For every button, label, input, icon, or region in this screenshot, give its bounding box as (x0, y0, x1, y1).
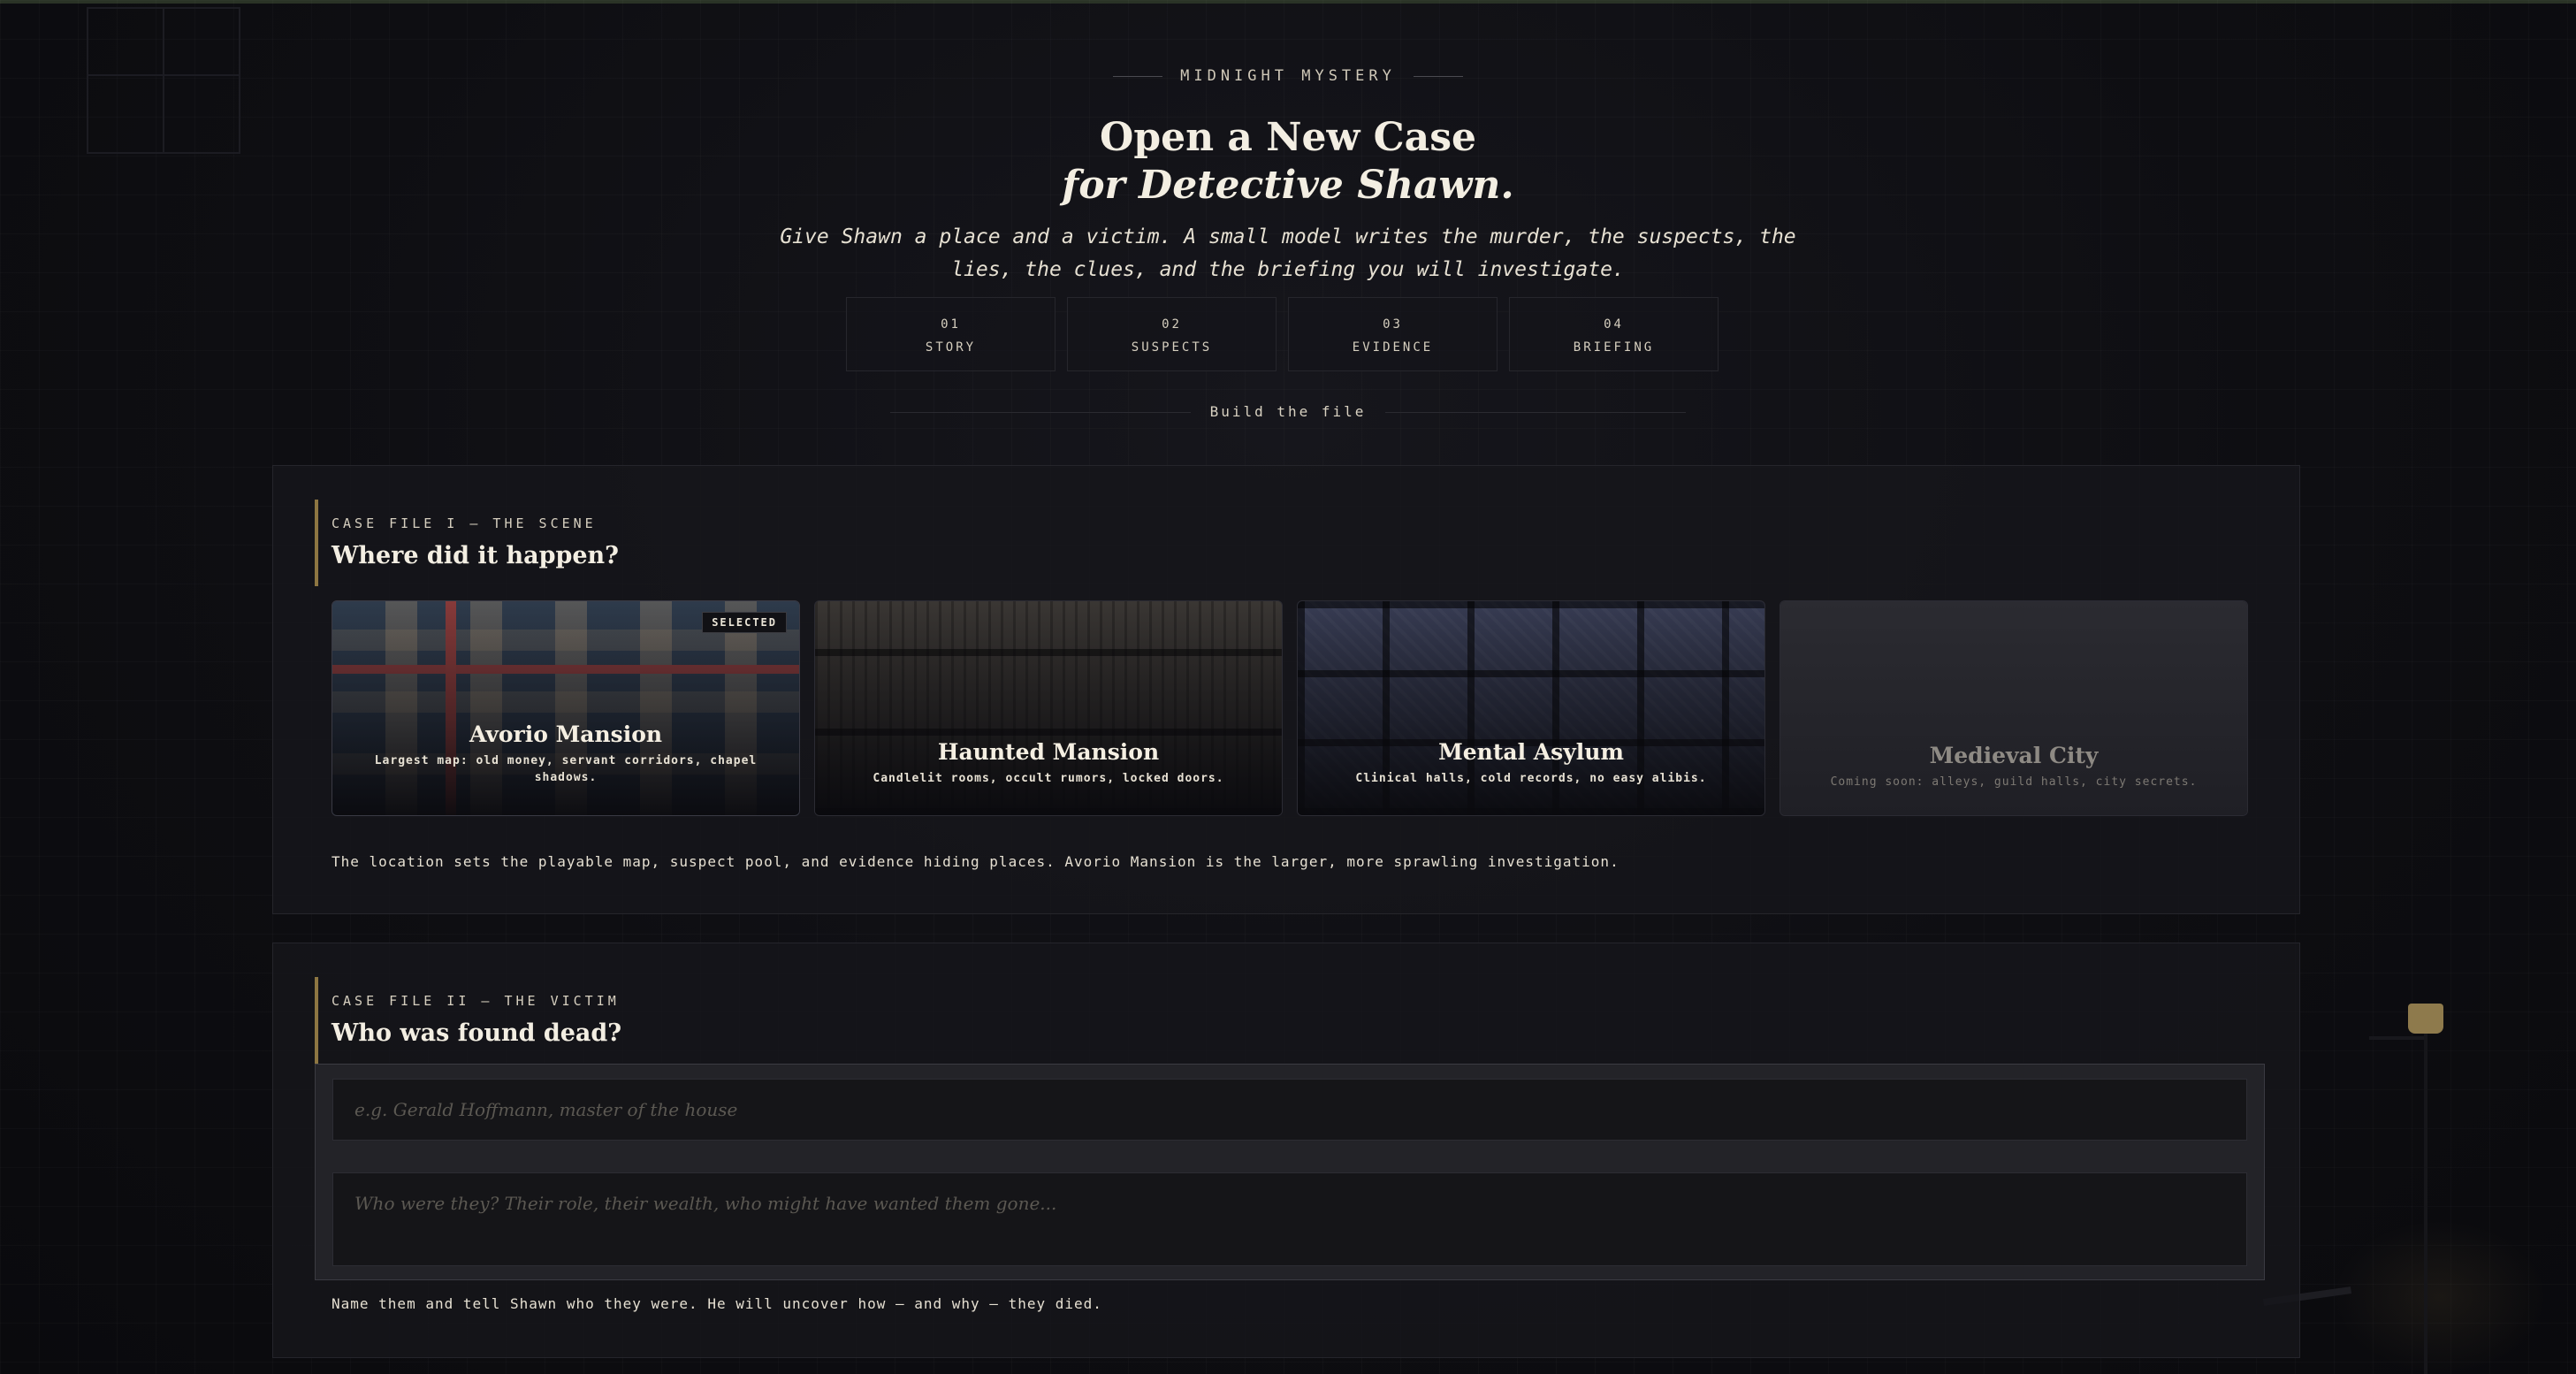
selected-badge: SELECTED (702, 612, 787, 633)
victim-title: Who was found dead? (332, 1019, 622, 1047)
scene-panel: CASE FILE I — THE SCENE Where did it hap… (272, 465, 2300, 914)
victim-note: Name them and tell Shawn who they were. … (332, 1295, 1102, 1312)
card-description: Largest map: old money, servant corridor… (374, 754, 758, 784)
location-card-mental-asylum[interactable]: Mental Asylum Clinical halls, cold recor… (1297, 600, 1765, 816)
card-name: Avorio Mansion (469, 721, 663, 747)
page-title: Open a New Case (1100, 115, 1476, 160)
section-divider-label: Build the file (1209, 403, 1367, 420)
victim-kicker: CASE FILE II — THE VICTIM (332, 993, 620, 1009)
lamp-glow (2334, 1220, 2546, 1374)
step-label: SUSPECTS (1131, 340, 1213, 355)
step-label: EVIDENCE (1352, 340, 1434, 355)
card-text: Haunted Mansion Candlelit rooms, occult … (815, 739, 1282, 787)
street-lamp-icon (2408, 1004, 2443, 1034)
card-text: Medieval City Coming soon: alleys, guild… (1780, 743, 2247, 790)
location-cards: SELECTED Avorio Mansion Largest map: old… (332, 600, 2248, 816)
section-accent-bar (315, 500, 318, 586)
step-label: BRIEFING (1573, 340, 1655, 355)
page-kicker-text: MIDNIGHT MYSTERY (1180, 67, 1396, 85)
step-evidence: 03 EVIDENCE (1288, 297, 1498, 371)
scene-title: Where did it happen? (332, 542, 619, 569)
process-steps: 01 STORY 02 SUSPECTS 03 EVIDENCE 04 BRIE… (846, 297, 1719, 371)
victim-description-textarea[interactable] (332, 1172, 2247, 1266)
step-number: 01 (941, 317, 961, 332)
section-divider: Build the file (0, 403, 2576, 420)
location-card-medieval-city: Medieval City Coming soon: alleys, guild… (1780, 600, 2248, 816)
lamp-arm (2369, 1036, 2424, 1040)
step-suspects: 02 SUSPECTS (1067, 297, 1277, 371)
victim-panel: CASE FILE II — THE VICTIM Who was found … (272, 943, 2300, 1358)
victim-name-input[interactable] (332, 1079, 2247, 1141)
section-accent-bar (315, 977, 318, 1064)
scene-note: The location sets the playable map, susp… (332, 853, 1620, 870)
card-description: Candlelit rooms, occult rumors, locked d… (873, 772, 1224, 785)
page-kicker: MIDNIGHT MYSTERY (0, 67, 2576, 85)
card-name: Haunted Mansion (937, 739, 1160, 765)
card-name: Mental Asylum (1438, 739, 1624, 765)
step-number: 04 (1604, 317, 1624, 332)
step-number: 02 (1162, 317, 1182, 332)
card-name: Medieval City (1929, 743, 2099, 768)
card-text: Mental Asylum Clinical halls, cold recor… (1298, 739, 1764, 787)
step-story: 01 STORY (846, 297, 1056, 371)
page-subtitle: Give Shawn a place and a victim. A small… (780, 225, 1796, 281)
step-number: 03 (1383, 317, 1403, 332)
location-card-avorio-mansion[interactable]: SELECTED Avorio Mansion Largest map: old… (332, 600, 800, 816)
card-description: Coming soon: alleys, guild halls, city s… (1830, 775, 2198, 789)
page-title-subline: for Detective Shawn. (1062, 163, 1514, 208)
card-text: Avorio Mansion Largest map: old money, s… (332, 721, 799, 786)
victim-inputs (315, 1064, 2265, 1280)
location-card-haunted-mansion[interactable]: Haunted Mansion Candlelit rooms, occult … (814, 600, 1283, 816)
card-description: Clinical halls, cold records, no easy al… (1355, 772, 1707, 785)
step-label: STORY (925, 340, 977, 355)
lamp-pole (2424, 1034, 2427, 1374)
scene-kicker: CASE FILE I — THE SCENE (332, 515, 597, 531)
step-briefing: 04 BRIEFING (1509, 297, 1719, 371)
